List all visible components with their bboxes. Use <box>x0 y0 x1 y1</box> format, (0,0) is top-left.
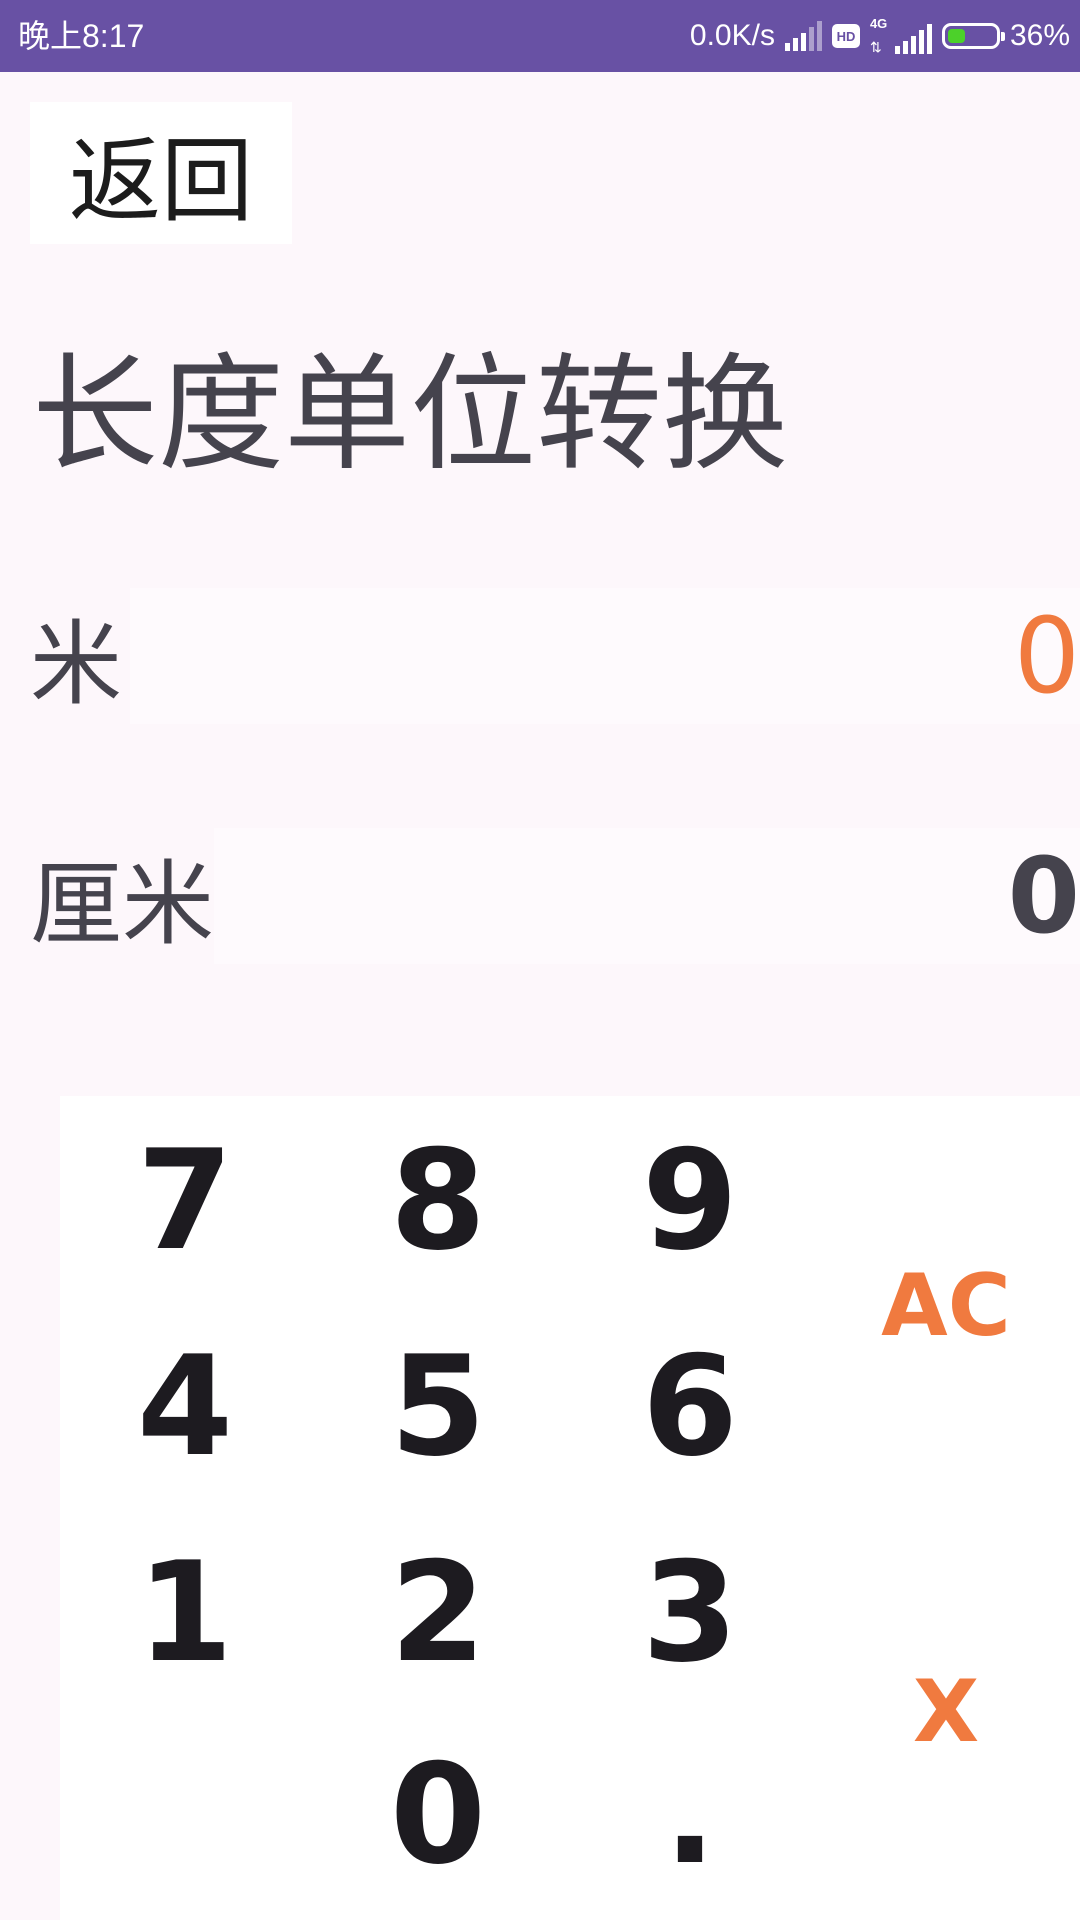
unit-row-meter[interactable]: 米 0 <box>0 588 1080 724</box>
key-2[interactable]: 2 <box>358 1518 518 1708</box>
unit-value-centimeter[interactable]: 0 <box>214 828 1080 964</box>
status-time: 晚上8:17 <box>18 18 145 54</box>
unit-label-meter: 米 <box>30 610 123 718</box>
key-5[interactable]: 5 <box>358 1312 518 1502</box>
wifi-signal-icon <box>784 21 822 51</box>
key-9[interactable]: 9 <box>610 1106 770 1296</box>
clear-button[interactable]: AC <box>856 1226 1036 1386</box>
unit-label-centimeter: 厘米 <box>30 850 215 958</box>
key-7[interactable]: 7 <box>105 1106 265 1296</box>
key-3[interactable]: 3 <box>610 1518 770 1708</box>
keypad: 7 8 9 4 5 6 1 2 3 0 . AC X <box>60 1096 1080 1920</box>
page-title: 长度单位转换 <box>32 341 788 488</box>
key-1[interactable]: 1 <box>105 1518 265 1708</box>
battery-icon <box>941 23 1005 49</box>
key-decimal[interactable]: . <box>610 1720 770 1910</box>
key-4[interactable]: 4 <box>105 1312 265 1502</box>
network-type-label: 4G <box>869 16 888 31</box>
cellular-signal-icon: 4G ⇅ <box>869 16 932 55</box>
key-6[interactable]: 6 <box>610 1312 770 1502</box>
hd-icon: HD <box>831 24 860 48</box>
unit-row-centimeter[interactable]: 厘米 0 <box>0 828 1080 964</box>
data-arrows-icon: ⇅ <box>869 39 882 55</box>
key-8[interactable]: 8 <box>358 1106 518 1296</box>
battery-level <box>947 29 965 43</box>
net-speed: 0.0K/s <box>689 19 775 52</box>
battery-percent: 36% <box>1009 19 1070 52</box>
back-button[interactable]: 返回 <box>30 102 292 244</box>
status-icons: 0.0K/s HD 4G ⇅ 36% <box>690 14 1070 58</box>
delete-button[interactable]: X <box>856 1632 1036 1792</box>
unit-value-meter[interactable]: 0 <box>130 588 1080 724</box>
status-bar: 晚上8:17 0.0K/s HD 4G ⇅ 36% <box>0 0 1080 72</box>
key-0[interactable]: 0 <box>358 1720 518 1910</box>
